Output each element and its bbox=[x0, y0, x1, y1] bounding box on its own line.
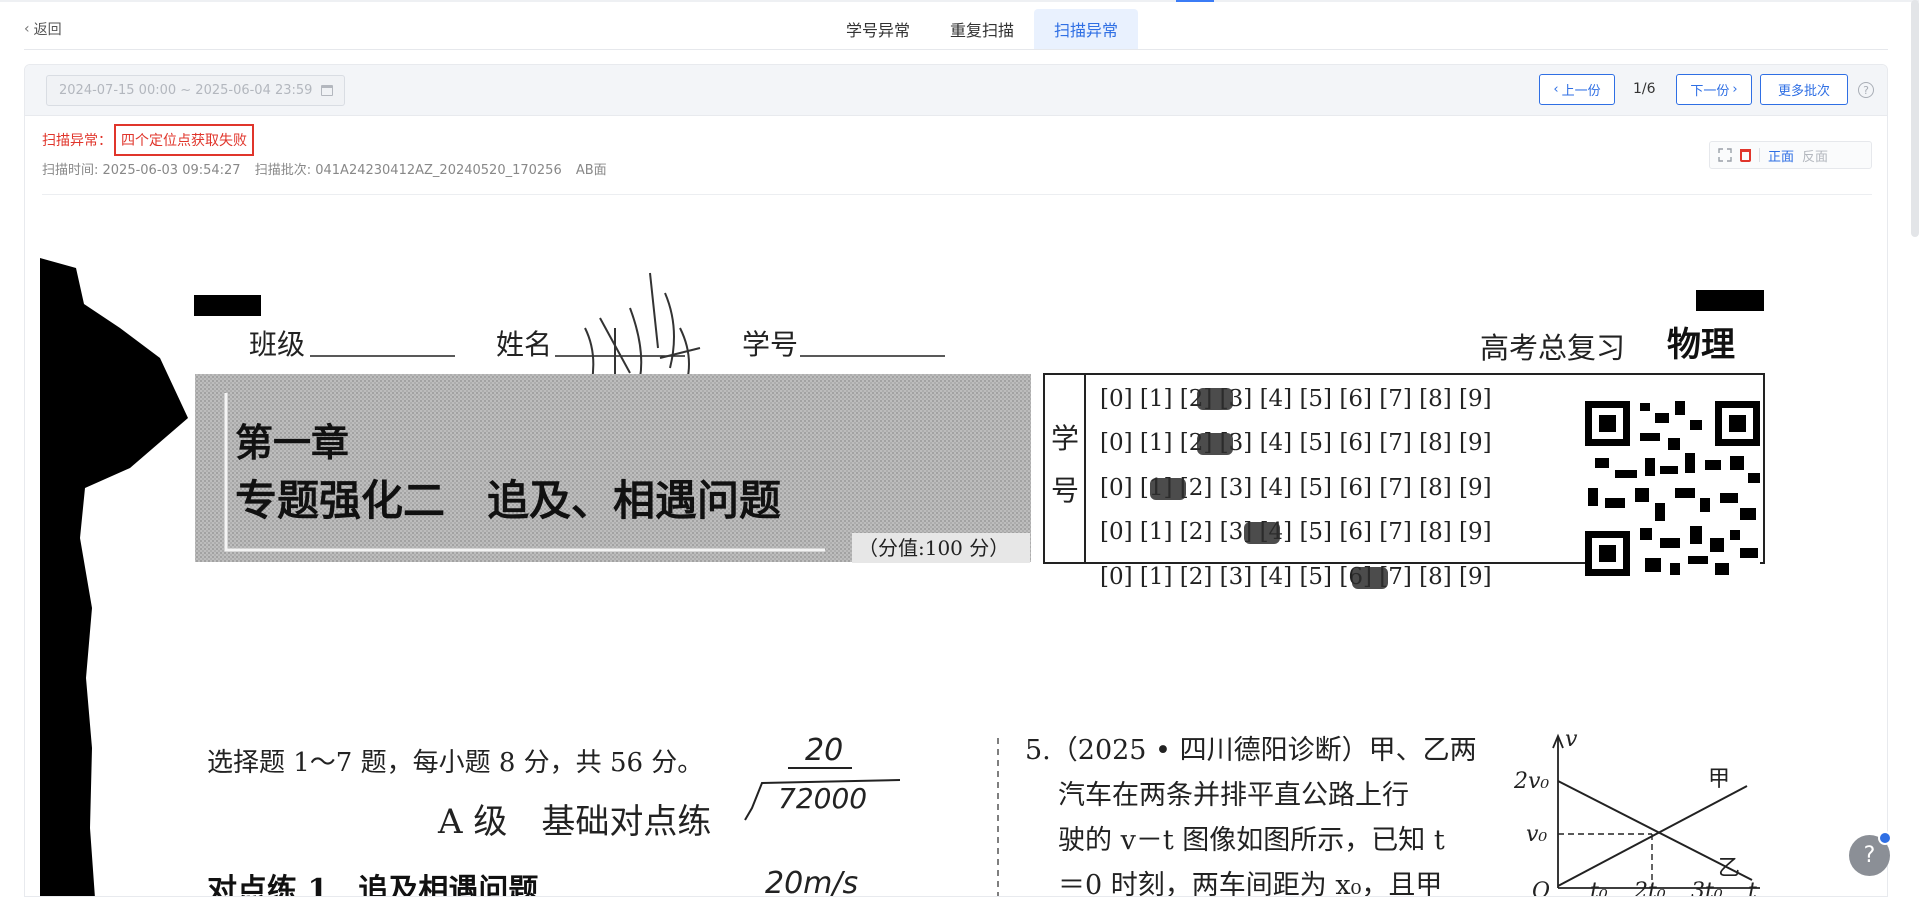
id-row-1: [0] [1] [2] [3] [4] [5] [6] [7] [8] [9] bbox=[1100, 386, 1492, 412]
locator-block-left bbox=[194, 295, 261, 316]
scan-batch: 扫描批次: 041A24230412AZ_20240520_170256 bbox=[254, 163, 562, 178]
expand-icon[interactable] bbox=[1718, 148, 1732, 162]
q5-line-2: 汽车在两条并排平直公路上行 bbox=[1058, 780, 1409, 811]
date-range-picker[interactable]: 2024-07-15 00:00 ~ 2025-06-04 23:59 bbox=[46, 75, 345, 106]
student-id-side-2: 号 bbox=[1051, 474, 1079, 507]
next-label: 下一份 bbox=[1690, 84, 1730, 99]
review-panel: 2024-07-15 00:00 ~ 2025-06-04 23:59 ‹ 上一… bbox=[24, 64, 1888, 897]
q5-line-1: 5.（2025 • 四川德阳诊断）甲、乙两 bbox=[1025, 735, 1477, 766]
more-batches-button[interactable]: 更多批次 bbox=[1760, 74, 1848, 105]
top-progress-line bbox=[0, 0, 1919, 2]
top-progress-mark bbox=[1176, 0, 1214, 2]
instructions: 选择题 1～7 题，每小题 8 分，共 56 分。 bbox=[207, 748, 703, 778]
topic-title: 专题强化二 追及、相遇问题 bbox=[235, 476, 781, 525]
hand-calc: 72000 bbox=[778, 782, 867, 815]
id-row-4: [0] [1] [2] [3] [4] [5] [6] [7] [8] [9] bbox=[1100, 519, 1492, 545]
name-label: 姓名 bbox=[496, 328, 552, 361]
chevron-right-icon: › bbox=[1732, 82, 1738, 97]
scan-time: 扫描时间: 2025-06-03 09:54:27 bbox=[42, 163, 241, 178]
subject-title: 物理 bbox=[1667, 325, 1735, 365]
graph-yi: 乙 bbox=[1718, 856, 1740, 881]
content-divider bbox=[42, 194, 1872, 195]
tab-scan-error[interactable]: 扫描异常 bbox=[1034, 9, 1139, 49]
help-float-button[interactable]: ? bbox=[1849, 831, 1892, 876]
id-row-2: [0] [1] [2] [3] [4] [5] [6] [7] [8] [9] bbox=[1100, 430, 1492, 456]
tab-student-id-error[interactable]: 学号异常 bbox=[826, 9, 930, 49]
hand-top: 20 bbox=[805, 733, 843, 768]
page-scrollbar[interactable] bbox=[1911, 0, 1919, 237]
graph-t0: t₀ bbox=[1590, 879, 1608, 897]
next-button[interactable]: 下一份 › bbox=[1676, 74, 1752, 105]
more-label: 更多批次 bbox=[1777, 84, 1830, 99]
scanned-answer-sheet: 班级 姓名 学号 高考总复习 物理 第一章 专题强化二 追及、相遇问题 （分值:… bbox=[40, 208, 1865, 897]
graph-v-axis: v bbox=[1565, 727, 1578, 752]
image-tools: 正面 反面 bbox=[1709, 141, 1872, 169]
help-circle-icon[interactable]: ? bbox=[1858, 82, 1874, 98]
chapter-title: 第一章 bbox=[235, 420, 349, 465]
panel-toolbar: 2024-07-15 00:00 ~ 2025-06-04 23:59 ‹ 上一… bbox=[25, 65, 1887, 116]
graph-origin: O bbox=[1532, 879, 1550, 897]
back-side-toggle[interactable]: 反面 bbox=[1802, 146, 1828, 165]
error-label: 扫描异常： bbox=[42, 133, 112, 149]
graph-2t0: 2t₀ bbox=[1633, 879, 1666, 897]
scan-side: AB面 bbox=[575, 163, 607, 178]
graph-t-axis: t bbox=[1748, 879, 1757, 897]
page-indicator: 1/6 bbox=[1633, 81, 1656, 97]
hand-result: 20m/s bbox=[765, 866, 858, 897]
graph-2v0: 2v₀ bbox=[1513, 769, 1549, 794]
graph-3t0: 3t₀ bbox=[1691, 879, 1723, 897]
graph-v0: v₀ bbox=[1526, 822, 1547, 847]
class-label: 班级 bbox=[249, 328, 305, 361]
id-label: 学号 bbox=[742, 328, 798, 361]
qr-code bbox=[1585, 401, 1760, 576]
level-title: A 级 基础对点练 bbox=[437, 802, 711, 842]
q5-line-3: 驶的 v－t 图像如图所示，已知 t bbox=[1058, 825, 1445, 856]
back-label: 返回 bbox=[33, 22, 62, 38]
notification-dot bbox=[1878, 831, 1892, 845]
graph-jia: 甲 bbox=[1708, 767, 1730, 792]
tool-separator bbox=[1759, 148, 1760, 162]
tab-duplicate-scan[interactable]: 重复扫描 bbox=[930, 9, 1034, 49]
error-line: 扫描异常： 四个定位点获取失败 bbox=[42, 124, 254, 156]
score-label: （分值:100 分） bbox=[858, 536, 1009, 560]
prev-button[interactable]: ‹ 上一份 bbox=[1539, 74, 1615, 105]
id-row-5: [0] [1] [2] [3] [4] [5] [6] [7] [8] [9] bbox=[1100, 564, 1492, 590]
tabs-divider bbox=[24, 49, 1888, 50]
error-value: 四个定位点获取失败 bbox=[114, 124, 254, 156]
back-link[interactable]: ‹ 返回 bbox=[24, 19, 62, 39]
date-range-value: 2024-07-15 00:00 ~ 2025-06-04 23:59 bbox=[59, 83, 313, 98]
trash-icon[interactable] bbox=[1740, 148, 1751, 162]
front-side-toggle[interactable]: 正面 bbox=[1768, 146, 1794, 165]
question-icon: ? bbox=[1863, 843, 1876, 868]
subject-prefix: 高考总复习 bbox=[1480, 331, 1625, 365]
section-title: 对点练 1 追及相遇问题 bbox=[207, 873, 538, 897]
q5-line-4: ＝0 时刻，两车间距为 x₀，且甲 bbox=[1058, 870, 1442, 897]
chevron-left-icon: ‹ bbox=[24, 21, 30, 37]
student-id-side-1: 学 bbox=[1051, 422, 1079, 455]
chevron-left-icon: ‹ bbox=[1553, 82, 1559, 97]
prev-label: 上一份 bbox=[1561, 84, 1601, 99]
tab-bar: 学号异常 重复扫描 扫描异常 bbox=[826, 9, 1139, 49]
calendar-icon bbox=[321, 85, 334, 96]
scan-meta: 扫描时间: 2025-06-03 09:54:27 扫描批次: 041A2423… bbox=[42, 159, 617, 178]
locator-block-right bbox=[1696, 290, 1764, 311]
